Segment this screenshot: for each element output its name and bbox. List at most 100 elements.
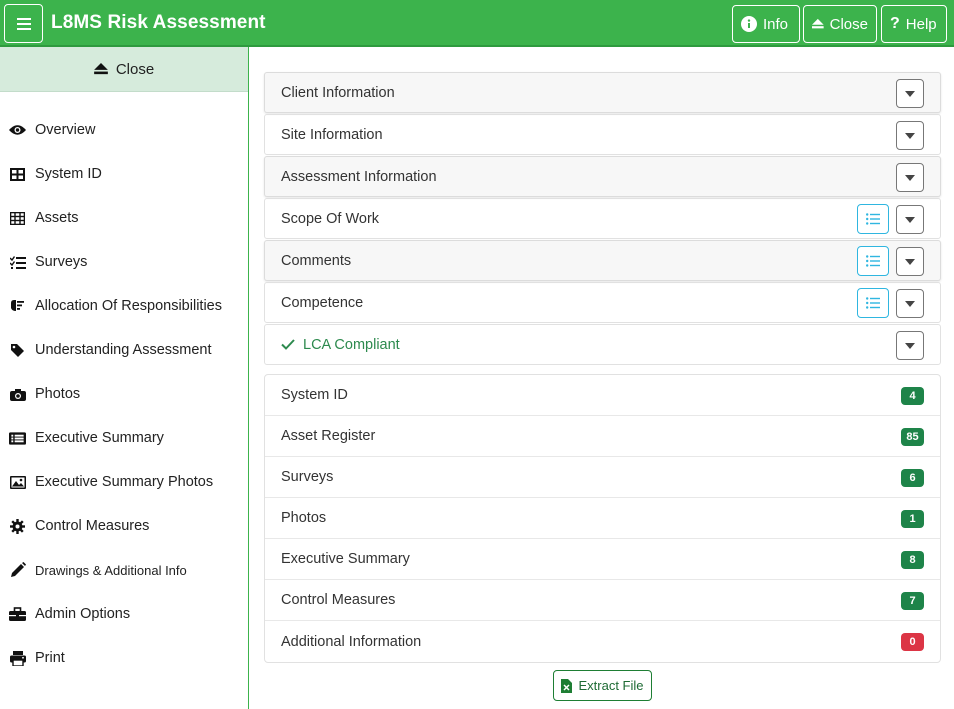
expand-button[interactable] [896,79,924,108]
count-row-surveys[interactable]: Surveys 6 [265,457,940,498]
pencil-icon [10,562,26,577]
hamburger-icon [16,17,31,30]
info-button[interactable]: Info [732,5,800,43]
sidebar-item-allocation[interactable]: Allocation Of Responsibilities [0,284,248,328]
caret-down-icon [905,300,915,307]
count-badge: 0 [901,633,924,651]
sidebar-close-label: Close [115,60,155,78]
caret-down-icon [905,216,915,223]
section-title: Competence [281,294,364,311]
section-competence[interactable]: Competence [264,282,941,323]
section-lca-compliant[interactable]: LCA Compliant [264,324,941,365]
count-badge: 4 [901,387,924,405]
count-row-additional-information[interactable]: Additional Information 0 [265,621,940,662]
table-icon [10,211,25,225]
section-title: Comments [281,252,352,269]
sidebar-item-executive-summary[interactable]: Executive Summary [0,416,248,460]
app-header: L8MS Risk Assessment Info Close ? Help [0,0,954,47]
sidebar-item-label: Control Measures [35,518,150,534]
caret-down-icon [905,132,915,139]
eye-icon [9,125,26,135]
sidebar: Close Overview System ID Assets Surveys … [0,47,249,709]
section-assessment-information[interactable]: Assessment Information [264,156,941,197]
sidebar-item-executive-summary-photos[interactable]: Executive Summary Photos [0,460,248,504]
count-row-label: Executive Summary [281,551,410,567]
sidebar-item-admin-options[interactable]: Admin Options [0,592,248,636]
sidebar-item-label: Print [35,650,65,666]
sidebar-item-label: Drawings & Additional Info [35,562,187,578]
image-icon [9,475,26,489]
sidebar-item-label: System ID [35,166,102,182]
count-badge: 1 [901,510,924,528]
expand-button[interactable] [896,331,924,360]
sidebar-item-print[interactable]: Print [0,636,248,680]
section-client-information[interactable]: Client Information [264,72,941,113]
extract-file-label: Extract File [578,678,644,693]
sidebar-item-label: Executive Summary Photos [35,474,214,490]
extract-file-button[interactable]: Extract File [553,670,652,701]
app-title: L8MS Risk Assessment [51,12,266,33]
sidebar-item-label: Overview [35,122,96,138]
toolbox-icon [9,607,26,621]
sidebar-item-system-id[interactable]: System ID [0,152,248,196]
header-close-button[interactable]: Close [803,5,877,43]
check-icon [281,339,295,350]
sidebar-item-label: Understanding Assessment [35,342,212,358]
info-icon [741,16,757,32]
sidebar-item-overview[interactable]: Overview [0,108,248,152]
question-icon: ? [890,15,900,32]
summary-count-list: System ID 4 Asset Register 85 Surveys 6 … [264,374,941,663]
count-row-label: Control Measures [281,592,396,608]
help-button[interactable]: ? Help [881,5,947,43]
section-scope-of-work[interactable]: Scope Of Work [264,198,941,239]
list-icon [866,255,880,267]
sidebar-item-surveys[interactable]: Surveys [0,240,248,284]
menu-button[interactable] [4,4,43,43]
count-row-asset-register[interactable]: Asset Register 85 [265,416,940,457]
sidebar-close-button[interactable]: Close [0,47,248,92]
section-title: Site Information [281,126,383,143]
count-row-control-measures[interactable]: Control Measures 7 [265,580,940,621]
hand-icon [10,300,24,311]
tag-icon [11,343,24,357]
expand-button[interactable] [896,121,924,150]
eject-icon [812,18,824,29]
section-comments[interactable]: Comments [264,240,941,281]
section-title: LCA Compliant [303,336,400,353]
list-button[interactable] [857,246,889,276]
sidebar-item-drawings[interactable]: Drawings & Additional Info [0,548,248,592]
sidebar-item-label: Executive Summary [35,430,164,446]
list-button[interactable] [857,204,889,234]
expand-button[interactable] [896,247,924,276]
header-close-label: Close [829,15,868,33]
count-row-label: Additional Information [281,633,422,650]
sidebar-item-control-measures[interactable]: Control Measures [0,504,248,548]
count-row-label: Photos [281,510,327,526]
sidebar-item-label: Surveys [35,254,88,270]
list-icon [866,213,880,225]
section-site-information[interactable]: Site Information [264,114,941,155]
count-row-executive-summary[interactable]: Executive Summary 8 [265,539,940,580]
list-button[interactable] [857,288,889,318]
count-row-system-id[interactable]: System ID 4 [265,375,940,416]
sidebar-nav: Overview System ID Assets Surveys Alloca… [0,108,248,680]
help-button-label: Help [905,15,937,33]
section-title: Client Information [281,84,395,101]
print-icon [9,650,26,666]
count-row-label: System ID [281,387,348,403]
sidebar-item-label: Photos [35,386,81,402]
section-title: Scope Of Work [281,210,380,227]
count-badge: 7 [901,592,924,610]
caret-down-icon [905,174,915,181]
gear-icon [10,518,25,534]
expand-button[interactable] [896,205,924,234]
info-button-label: Info [763,15,789,33]
count-row-photos[interactable]: Photos 1 [265,498,940,539]
sidebar-item-photos[interactable]: Photos [0,372,248,416]
expand-button[interactable] [896,163,924,192]
sidebar-item-understanding[interactable]: Understanding Assessment [0,328,248,372]
sidebar-item-assets[interactable]: Assets [0,196,248,240]
caret-down-icon [905,342,915,349]
count-badge: 8 [901,551,924,569]
expand-button[interactable] [896,289,924,318]
